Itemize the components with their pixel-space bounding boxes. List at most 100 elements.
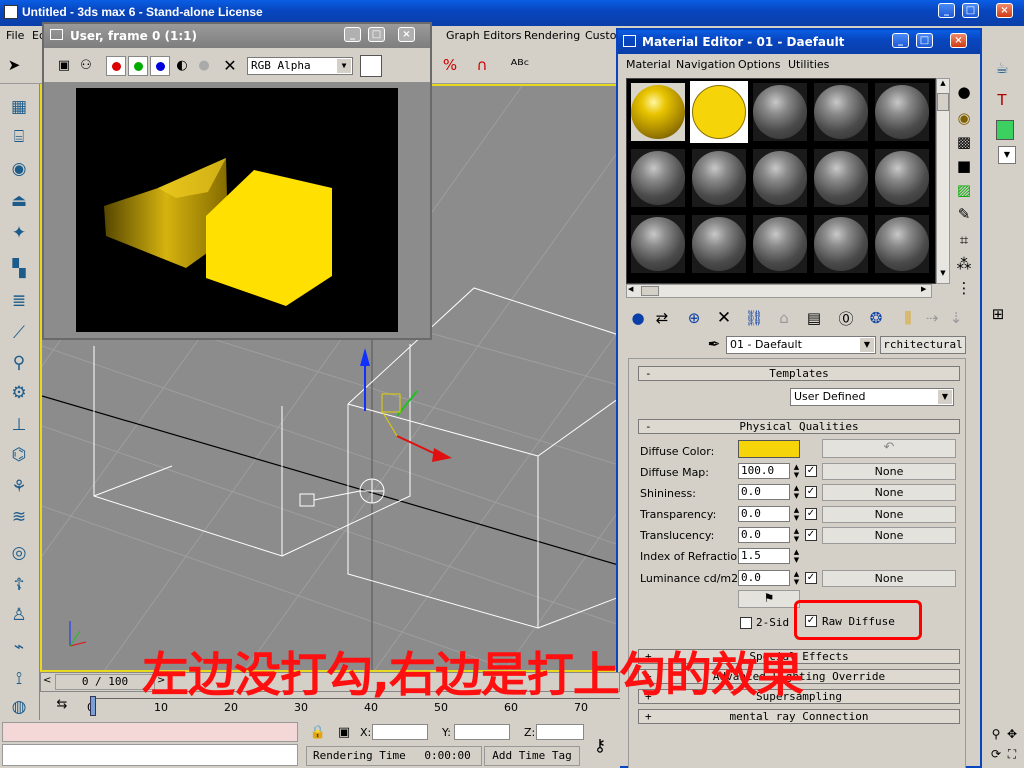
scroll-thumb[interactable] <box>937 93 949 111</box>
ring-icon[interactable]: ◎ <box>4 540 34 566</box>
show-map-in-viewport-icon[interactable]: ⓪ <box>834 306 858 330</box>
transparency-field[interactable]: 0.0 <box>738 506 790 522</box>
clear-icon[interactable]: ✕ <box>218 53 242 77</box>
close-button[interactable]: × <box>996 3 1013 18</box>
absolute-mode-icon[interactable]: ▣ <box>332 720 356 744</box>
assign-to-selection-icon[interactable]: ⊕ <box>682 306 706 330</box>
sample-slot[interactable] <box>629 147 687 209</box>
checker-icon[interactable]: ▚ <box>4 256 34 282</box>
object-color-swatch[interactable] <box>996 120 1014 140</box>
sample-slot-1[interactable] <box>629 81 687 143</box>
configure-icon[interactable]: ⊞ <box>986 302 1010 326</box>
sample-slot[interactable] <box>812 213 870 275</box>
red-channel-toggle[interactable] <box>106 56 126 76</box>
diffuse-map-button[interactable]: None <box>822 463 956 480</box>
magnifier-icon[interactable]: ⚲ <box>4 350 34 376</box>
diffuse-color-swatch[interactable] <box>738 440 800 458</box>
render-minimize-button[interactable]: _ <box>344 27 361 42</box>
y-coordinate-field[interactable] <box>454 724 510 740</box>
lock-icon[interactable]: 🔒 <box>306 720 330 744</box>
me-minimize-button[interactable]: _ <box>892 33 909 48</box>
select-arrow-icon[interactable]: ➤ <box>2 53 26 77</box>
put-to-library-icon[interactable]: ⌂ <box>772 306 796 330</box>
translucency-field[interactable]: 0.0 <box>738 527 790 543</box>
scroll-left-icon[interactable]: ◀ <box>628 285 633 293</box>
sample-type-sphere-icon[interactable]: ● <box>952 80 976 104</box>
two-sided-checkbox[interactable] <box>740 617 752 629</box>
camera-icon[interactable]: ⌬ <box>4 442 34 468</box>
sample-slot[interactable] <box>690 147 748 209</box>
make-unique-icon[interactable]: ⛓ <box>742 306 766 330</box>
diffuse-map-amount-field[interactable]: 100.0 <box>738 463 790 479</box>
show-end-result-icon[interactable]: ❂ <box>864 306 888 330</box>
luminance-field[interactable]: 0.0 <box>738 570 790 586</box>
slot-vertical-scrollbar[interactable]: ▲ ▼ <box>936 78 950 284</box>
translucency-map-button[interactable]: None <box>822 527 956 544</box>
transparency-spinner[interactable]: ▲ ▼ <box>792 506 801 522</box>
target-icon[interactable]: ◍ <box>4 694 34 720</box>
blue-channel-toggle[interactable] <box>150 56 170 76</box>
background-color-swatch[interactable] <box>360 55 382 77</box>
ior-field[interactable]: 1.5 <box>738 548 790 564</box>
bone-icon[interactable]: ⟋ <box>4 320 34 346</box>
translucency-checkbox[interactable]: ✓ <box>805 529 817 541</box>
diffuse-map-checkbox[interactable]: ✓ <box>805 465 817 477</box>
x-coordinate-field[interactable] <box>372 724 428 740</box>
h-scroll-thumb[interactable] <box>641 286 659 296</box>
diffuse-from-lighting-button[interactable]: ↶ <box>822 439 956 458</box>
create-star-icon[interactable]: ✦ <box>4 220 34 246</box>
material-name-field[interactable]: 01 - Daefault ▼ <box>726 336 876 354</box>
templates-dropdown[interactable]: User Defined ▼ <box>790 388 954 406</box>
options-icon[interactable]: ⌗ <box>952 228 976 252</box>
eyedropper-icon[interactable]: ✒ <box>702 332 726 356</box>
figure-icon[interactable]: ⟟ <box>4 666 34 692</box>
sample-slot[interactable] <box>873 81 931 143</box>
sample-slot[interactable] <box>873 213 931 275</box>
spinner-snap-icon[interactable]: ∩ <box>470 53 494 77</box>
sample-slot[interactable] <box>751 81 809 143</box>
me-menu-navigation[interactable]: Navigation <box>676 58 735 71</box>
create-sphere-icon[interactable]: ◉ <box>4 156 34 182</box>
backlight-icon[interactable]: ◉ <box>952 106 976 130</box>
luminance-from-light-button[interactable]: ⚑ <box>738 590 800 608</box>
channel-dropdown[interactable]: RGB Alpha ▼ <box>247 57 353 75</box>
slot-horizontal-scrollbar[interactable]: ◀ ▶ <box>626 284 932 298</box>
sample-slot-2-active[interactable] <box>690 81 748 143</box>
material-effects-channel-icon[interactable]: ▤ <box>802 306 826 330</box>
scroll-down-icon[interactable]: ▼ <box>937 269 949 281</box>
edit-named-selection-icon[interactable]: ᴬᴮᶜ <box>508 53 532 77</box>
scroll-up-icon[interactable]: ▲ <box>937 79 949 91</box>
hose-icon[interactable]: ⌁ <box>4 634 34 660</box>
transparency-map-button[interactable]: None <box>822 506 956 523</box>
create-box-icon[interactable]: ▦ <box>4 94 34 120</box>
go-to-parent-icon[interactable]: ⫼ <box>896 306 920 330</box>
shininess-checkbox[interactable]: ✓ <box>805 486 817 498</box>
shininess-map-button[interactable]: None <box>822 484 956 501</box>
video-color-check-icon[interactable]: ▨ <box>952 178 976 202</box>
save-icon[interactable]: ▣ <box>52 53 76 77</box>
sample-slot[interactable] <box>629 213 687 275</box>
render-close-button[interactable]: × <box>398 27 415 42</box>
luminance-map-button[interactable]: None <box>822 570 956 587</box>
shininess-spinner[interactable]: ▲ ▼ <box>792 484 801 500</box>
menu-rendering[interactable]: Rendering <box>524 29 580 42</box>
menu-file[interactable]: File <box>6 29 24 42</box>
material-type-button[interactable]: rchitectural <box>880 336 966 354</box>
biped-icon[interactable]: ☦ <box>4 572 34 598</box>
maximize-viewport-icon[interactable]: ⛶ <box>1000 742 1024 766</box>
templates-rollout[interactable]: - Templates <box>638 366 960 381</box>
sample-slot[interactable] <box>751 147 809 209</box>
menu-graph-editors[interactable]: Graph Editors <box>446 29 522 42</box>
transparency-checkbox[interactable]: ✓ <box>805 508 817 520</box>
me-menu-material[interactable]: Material <box>626 58 671 71</box>
get-material-icon[interactable]: ● <box>626 306 650 330</box>
monochrome-icon[interactable]: ◐ <box>170 53 194 77</box>
frame-counter-box[interactable]: 0 / 100 <box>55 674 155 690</box>
time-cursor[interactable] <box>90 696 96 716</box>
luminance-checkbox[interactable]: ✓ <box>805 572 817 584</box>
maxscript-listener-white[interactable] <box>2 744 298 766</box>
key-icon[interactable]: ⚷ <box>588 734 612 758</box>
hammer-icon[interactable]: T <box>990 88 1014 112</box>
track-bar-icon[interactable]: ⇆ <box>50 692 74 716</box>
luminance-spinner[interactable]: ▲ ▼ <box>792 570 801 586</box>
